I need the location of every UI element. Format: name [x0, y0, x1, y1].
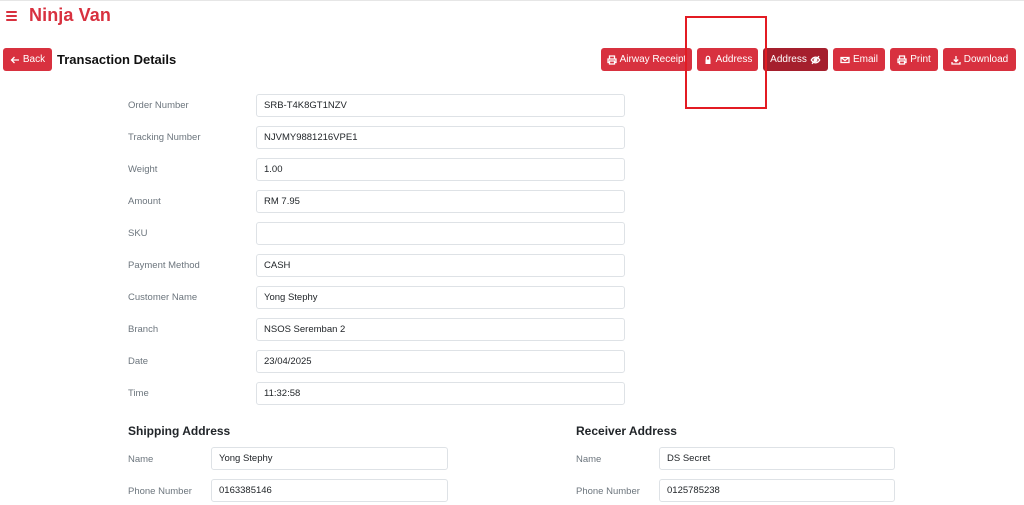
airway-receipt-button[interactable]: Airway Receipt	[601, 48, 692, 71]
customer-name-label: Customer Name	[128, 292, 198, 303]
shipping-name-field[interactable]: Yong Stephy	[211, 447, 448, 470]
order-number-label: Order Number	[128, 100, 189, 111]
shipping-phone-label: Phone Number	[128, 486, 192, 497]
receiver-name-field[interactable]: DS Secret	[659, 447, 895, 470]
highlight-box	[685, 16, 767, 109]
download-icon	[951, 55, 961, 65]
amount-label: Amount	[128, 196, 161, 207]
sku-field[interactable]	[256, 222, 625, 245]
weight-field[interactable]: 1.00	[256, 158, 625, 181]
amount-field[interactable]: RM 7.95	[256, 190, 625, 213]
printer-icon	[606, 54, 617, 65]
shipping-phone-field[interactable]: 0163385146	[211, 479, 448, 502]
print-button[interactable]: Print	[890, 48, 938, 71]
back-button[interactable]: Back	[3, 48, 52, 71]
envelope-icon	[840, 56, 850, 63]
sku-label: SKU	[128, 228, 148, 239]
printer-icon	[897, 54, 907, 65]
order-number-field[interactable]: SRB-T4K8GT1NZV	[256, 94, 625, 117]
receiver-address-title: Receiver Address	[576, 424, 677, 438]
page-title: Transaction Details	[57, 52, 177, 67]
arrow-left-icon	[10, 56, 19, 63]
date-label: Date	[128, 356, 149, 367]
payment-method-field[interactable]: CASH	[256, 254, 625, 277]
branch-label: Branch	[128, 324, 159, 335]
branch-field[interactable]: NSOS Seremban 2	[256, 318, 625, 341]
download-button[interactable]: Download	[943, 48, 1016, 71]
payment-method-label: Payment Method	[128, 260, 200, 271]
time-field[interactable]: 11:32:58	[256, 382, 625, 405]
menu-icon[interactable]	[6, 11, 17, 21]
eye-slash-icon	[810, 55, 821, 64]
tracking-number-label: Tracking Number	[128, 132, 201, 143]
top-bar: Ninja Van	[0, 0, 1024, 32]
tracking-number-field[interactable]: NJVMY9881216VPE1	[256, 126, 625, 149]
receiver-phone-label: Phone Number	[576, 486, 640, 497]
receiver-phone-field[interactable]: 0125785238	[659, 479, 895, 502]
date-field[interactable]: 23/04/2025	[256, 350, 625, 373]
email-button[interactable]: Email	[833, 48, 885, 71]
receiver-name-label: Name	[576, 454, 602, 465]
brand-logo[interactable]: Ninja Van	[29, 5, 111, 26]
time-label: Time	[128, 388, 149, 399]
customer-name-field[interactable]: Yong Stephy	[256, 286, 625, 309]
shipping-address-title: Shipping Address	[128, 424, 231, 438]
address-view-button[interactable]: Address	[763, 48, 828, 71]
shipping-name-label: Name	[128, 454, 154, 465]
weight-label: Weight	[128, 164, 158, 175]
